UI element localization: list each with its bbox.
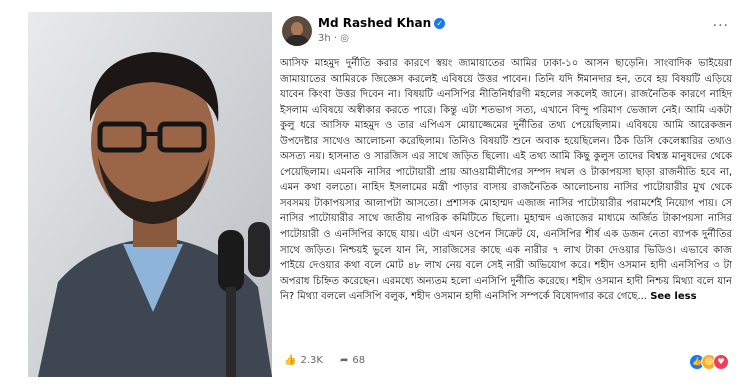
separator-dot: · bbox=[333, 33, 338, 44]
facebook-post: Md Rashed Khan ✓ 3h · ◎ ··· আসিফ মাহমুদ দ… bbox=[280, 12, 735, 377]
speaker-illustration bbox=[28, 12, 272, 377]
verified-badge-icon: ✓ bbox=[434, 18, 446, 29]
author-name-text[interactable]: Md Rashed Khan bbox=[318, 16, 431, 30]
thumbs-up-icon: 👍 bbox=[284, 355, 297, 366]
share-icon: ➦ bbox=[340, 355, 349, 366]
globe-icon[interactable]: ◎ bbox=[340, 33, 349, 44]
like-count[interactable]: 👍 2.3K bbox=[284, 355, 323, 366]
share-count-text: 68 bbox=[352, 355, 366, 366]
post-text: আসিফ মাহমুদ দুর্নীতি করার কারণে স্বয়ং জ… bbox=[280, 58, 732, 303]
post-time[interactable]: 3h bbox=[318, 33, 331, 44]
post-photo[interactable] bbox=[28, 12, 272, 377]
author-name[interactable]: Md Rashed Khan ✓ bbox=[318, 16, 446, 30]
more-options-icon[interactable]: ··· bbox=[713, 18, 729, 34]
post-header: Md Rashed Khan ✓ 3h · ◎ ··· bbox=[280, 12, 735, 52]
like-count-text: 2.3K bbox=[300, 355, 323, 366]
post-footer: 👍 2.3K ➦ 68 👍 😆 ♥ bbox=[280, 352, 735, 374]
share-count[interactable]: ➦ 68 bbox=[340, 355, 365, 366]
reaction-summary[interactable]: 👍 😆 ♥ bbox=[689, 354, 729, 370]
love-reaction-icon: ♥ bbox=[713, 354, 729, 370]
post-meta: 3h · ◎ bbox=[318, 33, 349, 44]
see-less-link[interactable]: See less bbox=[650, 291, 696, 302]
post-body: আসিফ মাহমুদ দুর্নীতি করার কারণে স্বয়ং জ… bbox=[280, 56, 732, 354]
avatar[interactable] bbox=[282, 16, 312, 46]
